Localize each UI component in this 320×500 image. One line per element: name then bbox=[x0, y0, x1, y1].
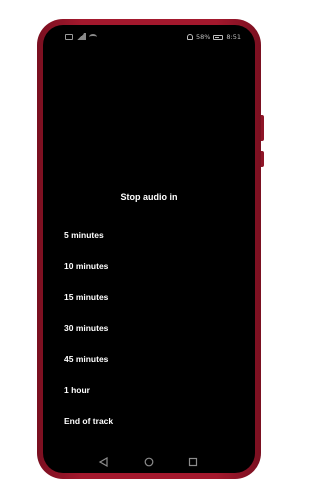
home-icon bbox=[144, 457, 154, 467]
home-button[interactable] bbox=[143, 454, 155, 467]
sleep-timer-options: 5 minutes 10 minutes 15 minutes 30 minut… bbox=[64, 220, 113, 437]
sim-card-icon bbox=[65, 33, 73, 40]
recents-icon bbox=[188, 457, 198, 467]
option-1-hour[interactable]: 1 hour bbox=[64, 375, 113, 406]
option-45-minutes[interactable]: 45 minutes bbox=[64, 344, 113, 375]
sleep-timer-title: Stop audio in bbox=[120, 192, 178, 202]
battery-percent: 58% bbox=[195, 33, 211, 41]
battery-icon bbox=[213, 34, 224, 40]
option-30-minutes[interactable]: 30 minutes bbox=[64, 313, 113, 344]
back-icon bbox=[98, 456, 108, 468]
status-left-group bbox=[65, 33, 97, 40]
status-bar: 58% 8:51 bbox=[43, 25, 255, 51]
option-10-minutes[interactable]: 10 minutes bbox=[64, 251, 113, 282]
clock-time: 8:51 bbox=[226, 33, 241, 41]
phone-screen: 58% 8:51 Stop audio in 5 minutes 10 minu… bbox=[43, 25, 255, 473]
navigation-bar bbox=[43, 445, 255, 473]
wifi-icon bbox=[89, 33, 97, 40]
option-15-minutes[interactable]: 15 minutes bbox=[64, 282, 113, 313]
power-button bbox=[261, 151, 264, 167]
volume-button bbox=[261, 115, 264, 141]
phone-frame: 58% 8:51 Stop audio in 5 minutes 10 minu… bbox=[37, 19, 264, 479]
notification-bell-icon bbox=[186, 34, 193, 40]
status-right-group: 58% 8:51 bbox=[186, 33, 241, 41]
option-5-minutes[interactable]: 5 minutes bbox=[64, 220, 113, 251]
signal-icon bbox=[76, 33, 86, 40]
recents-button[interactable] bbox=[187, 454, 199, 467]
option-end-of-track[interactable]: End of track bbox=[64, 406, 113, 437]
back-button[interactable] bbox=[98, 454, 110, 468]
